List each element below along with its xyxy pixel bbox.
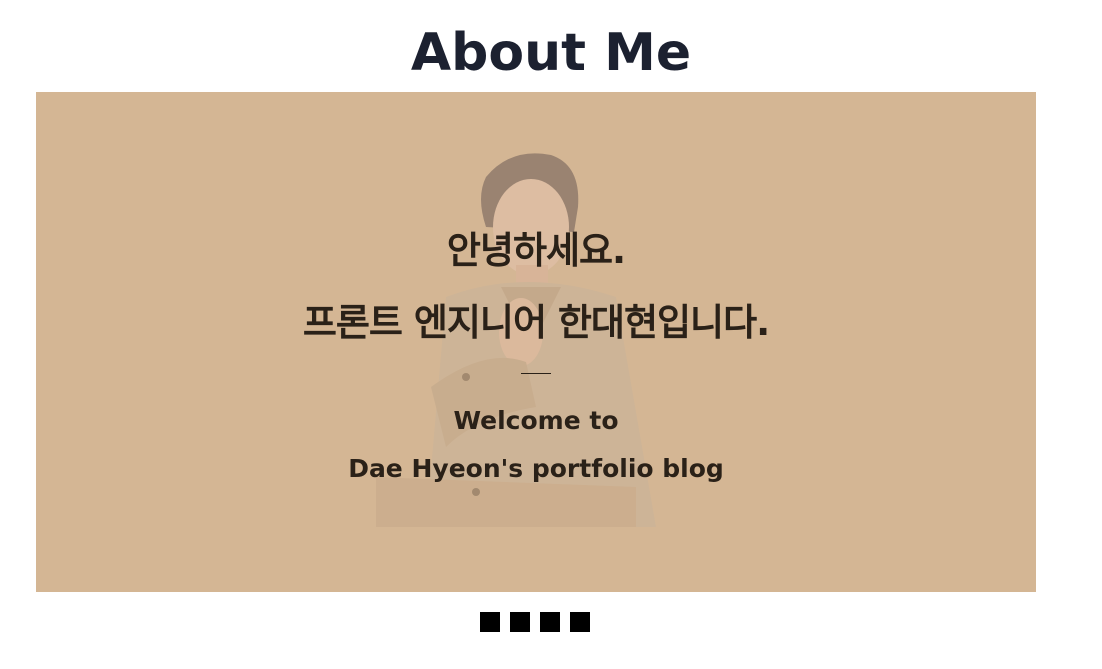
slide-pager [480,612,590,632]
welcome-line-1: Welcome to [453,406,619,435]
slide-text: 안녕하세요. 프론트 엔지니어 한대현입니다. Welcome to Dae H… [36,92,1036,592]
section-title: About Me [410,23,692,83]
greeting-line-2: 프론트 엔지니어 한대현입니다. [302,301,770,344]
greeting-line-1: 안녕하세요. [446,229,626,272]
about-me-page: About Me 안녕하세요. 프론트 엔지니어 한대현입니다. Welcome… [0,0,1102,669]
pager-dot-2[interactable] [510,612,530,632]
about-slide: 안녕하세요. 프론트 엔지니어 한대현입니다. Welcome to Dae H… [36,92,1036,592]
pager-dot-3[interactable] [540,612,560,632]
pager-dot-1[interactable] [480,612,500,632]
divider [521,373,551,374]
pager-dot-4[interactable] [570,612,590,632]
welcome-line-2: Dae Hyeon's portfolio blog [348,454,724,483]
